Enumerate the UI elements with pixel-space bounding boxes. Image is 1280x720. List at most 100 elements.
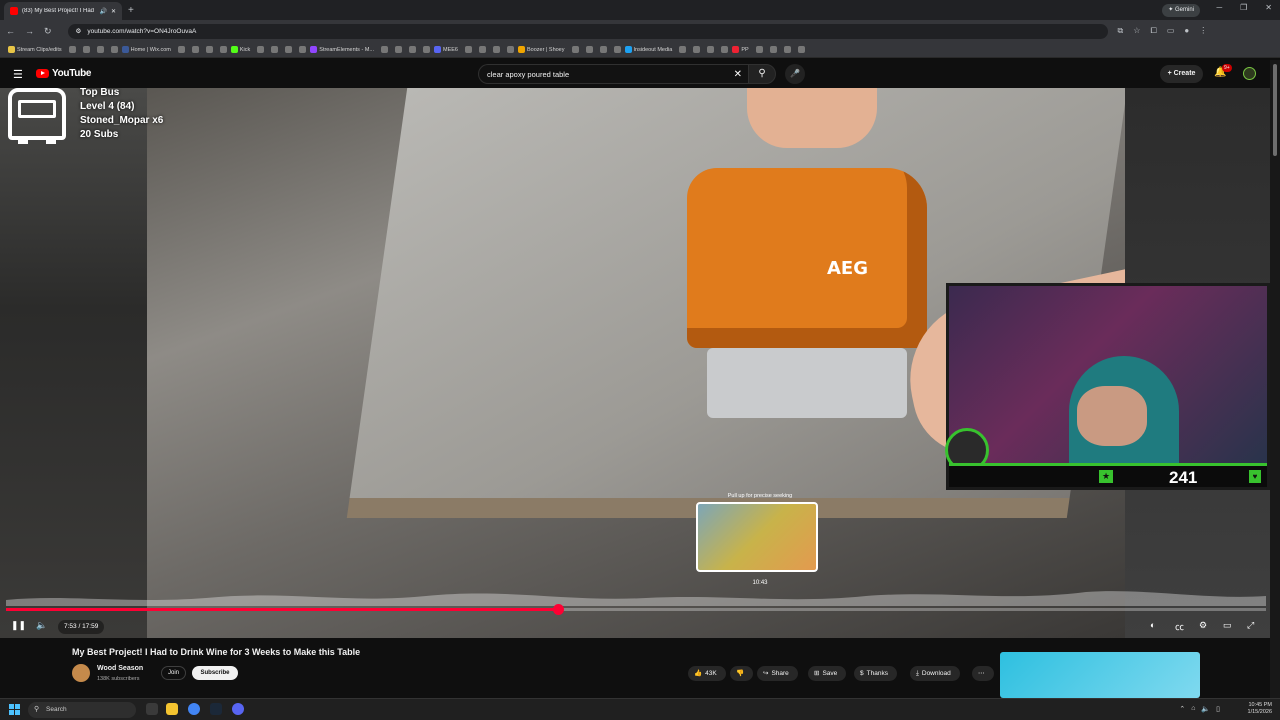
bookmark-icon[interactable] xyxy=(707,46,715,53)
bookmark-item[interactable]: StreamElements - M... xyxy=(310,46,374,53)
bookmark-item[interactable]: Boozer | Shoey xyxy=(517,46,565,53)
bookmark-item[interactable]: Home | Wix.com xyxy=(121,46,171,53)
address-bar[interactable]: ⚙ youtube.com/watch?v=ON4JroOuvaA xyxy=(67,23,1108,39)
channel-avatar[interactable] xyxy=(72,664,90,682)
bookmark-icon[interactable] xyxy=(599,46,607,53)
menu-icon[interactable]: ⋮ xyxy=(1199,26,1207,36)
taskbar-clock[interactable]: 10:45 PM 1/15/2026 xyxy=(1248,702,1272,716)
progress-bar[interactable] xyxy=(6,604,1266,615)
bookmark-icon[interactable] xyxy=(423,46,430,53)
bookmark-icon[interactable] xyxy=(271,46,279,53)
subscribe-button[interactable]: Subscribe xyxy=(192,666,238,680)
forward-icon[interactable]: → xyxy=(25,26,34,36)
bookmark-icon[interactable] xyxy=(299,46,307,53)
maximize-icon[interactable]: ❐ xyxy=(1240,3,1247,12)
bookmark-icon[interactable] xyxy=(177,46,185,53)
battery-icon[interactable]: ▯ xyxy=(1216,705,1220,713)
bookmark-item[interactable]: Stream Clips/edits xyxy=(8,46,62,53)
bookmark-icon[interactable] xyxy=(82,46,90,53)
tab-audio-icon[interactable]: 🔊 xyxy=(99,8,106,15)
page-scrollbar[interactable] xyxy=(1270,60,1280,700)
youtube-logo[interactable]: YouTube xyxy=(36,68,92,79)
autoplay-toggle-icon[interactable]: ◐ xyxy=(1150,620,1155,630)
bookmark-icon[interactable] xyxy=(797,46,805,53)
discord-icon[interactable] xyxy=(232,703,244,715)
steam-icon[interactable] xyxy=(210,703,222,715)
site-info-icon[interactable]: ⚙ xyxy=(76,27,82,35)
bookmark-icon[interactable] xyxy=(693,46,701,53)
bookmark-icon[interactable] xyxy=(478,46,486,53)
scrollbar-thumb[interactable] xyxy=(1273,64,1277,156)
bookmark-item[interactable]: Insideout Media xyxy=(624,46,672,53)
browser-tab-youtube[interactable]: (83) My Best Project! I Had 🔊 ✕ xyxy=(4,2,122,20)
fullscreen-icon[interactable]: ⤢ xyxy=(1247,620,1254,631)
bookmark-icon[interactable] xyxy=(783,46,791,53)
bookmark-icon[interactable] xyxy=(205,46,213,53)
speaker-icon[interactable]: 🔈 xyxy=(1201,705,1210,713)
extensions-icon[interactable]: ⧠ xyxy=(1150,26,1156,36)
search-button[interactable]: ⚲ xyxy=(748,64,776,84)
dislike-button[interactable]: 👎 xyxy=(730,666,754,681)
share-button[interactable]: ↪ Share xyxy=(757,666,798,681)
like-button[interactable]: 👍 43K xyxy=(688,666,726,681)
thanks-button[interactable]: $ Thanks xyxy=(854,666,897,681)
back-icon[interactable]: ← xyxy=(6,26,15,36)
bookmark-icon[interactable] xyxy=(191,46,199,53)
channel-name[interactable]: Wood Season xyxy=(97,665,143,672)
voice-search-button[interactable]: 🎤 xyxy=(785,64,805,84)
bookmark-icon[interactable] xyxy=(769,46,777,53)
video-player[interactable]: AEG Top Bus Level 4 (84) Stoned_Mopar x6… xyxy=(0,88,1270,638)
bookmark-icon[interactable] xyxy=(755,46,763,53)
minimize-icon[interactable]: ─ xyxy=(1216,3,1222,12)
network-icon[interactable]: ⌂ xyxy=(1191,705,1195,713)
taskbar-search[interactable]: ⚲ Search xyxy=(28,702,136,718)
bookmark-icon[interactable] xyxy=(585,46,593,53)
bookmark-icon[interactable] xyxy=(613,46,621,53)
clear-search-icon[interactable]: ✕ xyxy=(734,65,742,84)
bookmark-star-icon[interactable]: ☆ xyxy=(1133,26,1140,36)
bookmark-icon[interactable] xyxy=(464,46,472,53)
bookmark-icon[interactable] xyxy=(68,46,76,53)
theater-mode-icon[interactable]: ▭ xyxy=(1223,620,1232,631)
bookmark-item[interactable]: PP xyxy=(732,46,749,53)
reload-icon[interactable]: ↻ xyxy=(44,26,52,37)
pause-icon[interactable]: ❚❚ xyxy=(11,620,26,631)
bookmark-icon[interactable] xyxy=(285,46,293,53)
bookmark-item[interactable]: Kick xyxy=(230,46,250,53)
save-button[interactable]: ⊞ Save xyxy=(808,666,847,681)
bookmark-icon[interactable] xyxy=(381,46,388,53)
bookmark-item[interactable]: MEE6 xyxy=(434,46,458,53)
progress-scrubber[interactable] xyxy=(552,604,564,615)
close-window-icon[interactable]: ✕ xyxy=(1265,3,1272,12)
bookmark-icon[interactable] xyxy=(110,46,118,53)
chrome-icon[interactable] xyxy=(188,703,200,715)
new-tab-button[interactable]: + xyxy=(128,5,134,16)
bookmark-icon[interactable] xyxy=(257,46,265,53)
windows-start-icon[interactable] xyxy=(9,704,20,715)
profile-icon[interactable]: ● xyxy=(1184,26,1189,36)
task-view-icon[interactable] xyxy=(146,703,158,715)
tray-chevron-icon[interactable]: ⌃ xyxy=(1179,705,1185,713)
bookmark-icon[interactable] xyxy=(506,46,514,53)
create-button[interactable]: + Create xyxy=(1160,65,1203,83)
bookmark-icon[interactable] xyxy=(219,46,227,53)
settings-gear-icon[interactable]: ⚙ xyxy=(1199,620,1207,631)
bookmark-icon[interactable] xyxy=(492,46,500,53)
gemini-button[interactable]: ✦ Gemini xyxy=(1162,4,1200,17)
account-avatar[interactable] xyxy=(1243,67,1256,80)
search-input[interactable]: clear apoxy poured table ✕ xyxy=(478,64,748,84)
bookmark-icon[interactable] xyxy=(571,46,579,53)
sidebar-icon[interactable]: ▭ xyxy=(1167,26,1175,36)
bookmark-icon[interactable] xyxy=(721,46,729,53)
bookmark-icon[interactable] xyxy=(679,46,687,53)
sidebar-ad-thumbnail[interactable] xyxy=(1000,652,1200,698)
file-explorer-icon[interactable] xyxy=(166,703,178,715)
download-button[interactable]: ⤓ Download xyxy=(910,666,960,681)
join-button[interactable]: Join xyxy=(161,666,186,680)
tab-close-icon[interactable]: ✕ xyxy=(111,8,116,15)
menu-burger-icon[interactable]: ☰ xyxy=(13,68,23,81)
volume-icon[interactable]: 🔈 xyxy=(36,620,47,631)
bookmark-icon[interactable] xyxy=(395,46,402,53)
more-actions-button[interactable]: ⋯ xyxy=(972,666,994,681)
bookmark-icon[interactable] xyxy=(96,46,104,53)
